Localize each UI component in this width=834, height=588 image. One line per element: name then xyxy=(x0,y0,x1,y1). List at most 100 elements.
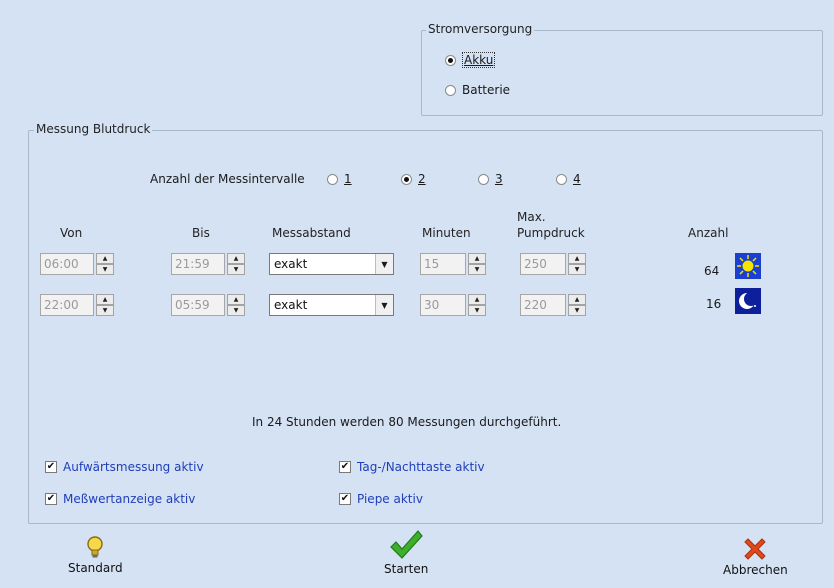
check-messwertanzeige[interactable]: ✔ Meßwertanzeige aktiv xyxy=(45,492,195,506)
von-value[interactable]: 22:00 xyxy=(40,294,94,316)
check-aufwaertsmessung[interactable]: ✔ Aufwärtsmessung aktiv xyxy=(45,460,204,474)
bis-spinner-row2[interactable]: 05:59 ▲ ▼ xyxy=(171,294,245,316)
spin-down-icon[interactable]: ▼ xyxy=(96,264,114,275)
checkbox-checked-icon[interactable]: ✔ xyxy=(45,493,57,505)
spin-up-icon[interactable]: ▲ xyxy=(568,294,586,305)
radio-interval-2[interactable]: 2 xyxy=(401,172,426,186)
dropdown-arrow-icon[interactable]: ▼ xyxy=(375,295,393,315)
messabstand-select-row2[interactable]: exakt ▼ xyxy=(269,294,394,316)
standard-button-label: Standard xyxy=(68,561,123,575)
check-messwertanzeige-label: Meßwertanzeige aktiv xyxy=(63,492,196,506)
abbrechen-button[interactable]: Abbrechen xyxy=(723,535,788,577)
radio-interval-1[interactable]: 1 xyxy=(327,172,352,186)
spin-up-icon[interactable]: ▲ xyxy=(96,294,114,305)
radio-dot xyxy=(445,54,456,66)
checkbox-checked-icon[interactable]: ✔ xyxy=(339,461,351,473)
messabstand-value: exakt xyxy=(274,298,308,312)
radio-batterie-label: Batterie xyxy=(462,83,511,97)
von-spinner-row1[interactable]: 06:00 ▲ ▼ xyxy=(40,253,114,275)
power-group xyxy=(421,30,823,116)
spinner-buttons[interactable]: ▲ ▼ xyxy=(96,253,114,275)
header-max: Max. xyxy=(517,210,546,224)
check-aufwaertsmessung-label: Aufwärtsmessung aktiv xyxy=(63,460,204,474)
spinner-buttons[interactable]: ▲ ▼ xyxy=(468,294,486,316)
spin-up-icon[interactable]: ▲ xyxy=(227,294,245,305)
spin-up-icon[interactable]: ▲ xyxy=(96,253,114,264)
anzahl-row2: 16 xyxy=(706,297,722,311)
spin-up-icon[interactable]: ▲ xyxy=(468,294,486,305)
spin-down-icon[interactable]: ▼ xyxy=(568,305,586,316)
radio-interval-2-label: 2 xyxy=(418,172,426,186)
spin-down-icon[interactable]: ▼ xyxy=(468,264,486,275)
radio-interval-4-label: 4 xyxy=(573,172,581,186)
standard-button[interactable]: Standard xyxy=(68,535,123,575)
pumpdruck-spinner-row2[interactable]: 220 ▲ ▼ xyxy=(520,294,586,316)
spin-down-icon[interactable]: ▼ xyxy=(568,264,586,275)
minuten-value[interactable]: 15 xyxy=(420,253,466,275)
radio-interval-3-label: 3 xyxy=(495,172,503,186)
intervals-label: Anzahl der Messintervalle xyxy=(150,172,305,186)
check-piepe[interactable]: ✔ Piepe aktiv xyxy=(339,492,423,506)
spinner-buttons[interactable]: ▲ ▼ xyxy=(568,253,586,275)
lightbulb-icon xyxy=(87,536,103,558)
messabstand-select-row1[interactable]: exakt ▼ xyxy=(269,253,394,275)
bis-value[interactable]: 21:59 xyxy=(171,253,225,275)
header-von: Von xyxy=(60,226,83,240)
spin-up-icon[interactable]: ▲ xyxy=(568,253,586,264)
check-piepe-label: Piepe aktiv xyxy=(357,492,423,506)
radio-batterie[interactable]: Batterie xyxy=(445,83,510,97)
header-bis: Bis xyxy=(192,226,210,240)
radio-dot xyxy=(478,173,489,185)
power-group-title: Stromversorgung xyxy=(426,22,535,36)
radio-dot xyxy=(445,84,456,96)
close-x-icon xyxy=(744,538,767,560)
minuten-spinner-row2[interactable]: 30 ▲ ▼ xyxy=(420,294,486,316)
header-anzahl: Anzahl xyxy=(688,226,729,240)
abbrechen-button-label: Abbrechen xyxy=(723,563,788,577)
messabstand-value: exakt xyxy=(274,257,308,271)
anzahl-row1: 64 xyxy=(704,264,720,278)
check-tag-nachttaste[interactable]: ✔ Tag-/Nachttaste aktiv xyxy=(339,460,485,474)
minuten-value[interactable]: 30 xyxy=(420,294,466,316)
spinner-buttons[interactable]: ▲ ▼ xyxy=(468,253,486,275)
spin-up-icon[interactable]: ▲ xyxy=(468,253,486,264)
checkbox-checked-icon[interactable]: ✔ xyxy=(45,461,57,473)
starten-button[interactable]: Starten xyxy=(384,528,428,576)
bis-spinner-row1[interactable]: 21:59 ▲ ▼ xyxy=(171,253,245,275)
spinner-buttons[interactable]: ▲ ▼ xyxy=(227,253,245,275)
spin-up-icon[interactable]: ▲ xyxy=(227,253,245,264)
radio-interval-3[interactable]: 3 xyxy=(478,172,503,186)
header-messabstand: Messabstand xyxy=(272,226,351,240)
dropdown-arrow-icon[interactable]: ▼ xyxy=(375,254,393,274)
spinner-buttons[interactable]: ▲ ▼ xyxy=(568,294,586,316)
pumpdruck-value[interactable]: 220 xyxy=(520,294,566,316)
spin-down-icon[interactable]: ▼ xyxy=(227,264,245,275)
pumpdruck-value[interactable]: 250 xyxy=(520,253,566,275)
von-spinner-row2[interactable]: 22:00 ▲ ▼ xyxy=(40,294,114,316)
measurement-summary: In 24 Stunden werden 80 Messungen durchg… xyxy=(252,415,562,429)
radio-dot xyxy=(327,173,338,185)
spin-down-icon[interactable]: ▼ xyxy=(227,305,245,316)
checkmark-icon xyxy=(390,530,423,559)
spin-down-icon[interactable]: ▼ xyxy=(468,305,486,316)
measurement-group-title: Messung Blutdruck xyxy=(34,122,153,136)
moon-icon xyxy=(735,288,761,314)
radio-interval-1-label: 1 xyxy=(344,172,352,186)
checkbox-checked-icon[interactable]: ✔ xyxy=(339,493,351,505)
check-tag-nachttaste-label: Tag-/Nachttaste aktiv xyxy=(357,460,485,474)
radio-akku-label: Akku xyxy=(462,52,496,68)
spinner-buttons[interactable]: ▲ ▼ xyxy=(227,294,245,316)
pumpdruck-spinner-row1[interactable]: 250 ▲ ▼ xyxy=(520,253,586,275)
von-value[interactable]: 06:00 xyxy=(40,253,94,275)
minuten-spinner-row1[interactable]: 15 ▲ ▼ xyxy=(420,253,486,275)
radio-dot xyxy=(401,173,412,185)
radio-dot xyxy=(556,173,567,185)
spin-down-icon[interactable]: ▼ xyxy=(96,305,114,316)
radio-akku[interactable]: Akku xyxy=(445,52,496,68)
starten-button-label: Starten xyxy=(384,562,429,576)
sun-icon xyxy=(735,253,761,279)
radio-interval-4[interactable]: 4 xyxy=(556,172,581,186)
header-pumpdruck: Pumpdruck xyxy=(517,226,585,240)
spinner-buttons[interactable]: ▲ ▼ xyxy=(96,294,114,316)
bis-value[interactable]: 05:59 xyxy=(171,294,225,316)
